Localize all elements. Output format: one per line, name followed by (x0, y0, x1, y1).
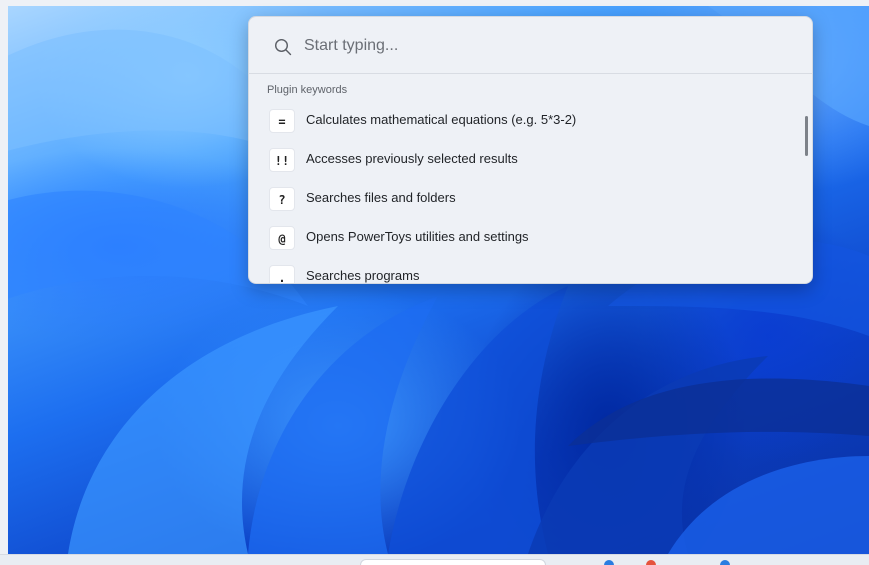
result-item-file-search[interactable]: ? Searches files and folders (249, 179, 812, 218)
keyword-double-exclamation-icon: !! (269, 148, 295, 172)
result-label: Calculates mathematical equations (e.g. … (306, 112, 577, 127)
search-icon (274, 38, 292, 56)
search-divider (249, 73, 812, 74)
result-item-powertoys[interactable]: @ Opens PowerToys utilities and settings (249, 218, 812, 257)
result-label: Searches programs (306, 268, 420, 283)
taskbar (0, 554, 869, 565)
powertoys-run-launcher: Plugin keywords = Calculates mathematica… (248, 16, 813, 284)
keyword-equals-icon: = (269, 109, 295, 133)
result-label: Opens PowerToys utilities and settings (306, 229, 529, 244)
section-header: Plugin keywords (267, 84, 348, 96)
results-scrollbar[interactable] (805, 116, 808, 156)
keyword-dot-icon: . (269, 265, 295, 283)
keyword-at-icon: @ (269, 226, 295, 250)
taskbar-app-icon[interactable] (720, 560, 730, 565)
taskbar-search-box[interactable] (360, 559, 546, 565)
result-item-calculator[interactable]: = Calculates mathematical equations (e.g… (249, 101, 812, 140)
result-label: Searches files and folders (306, 190, 456, 205)
taskbar-app-icon[interactable] (604, 560, 614, 565)
result-item-programs[interactable]: . Searches programs (249, 257, 812, 283)
result-item-history[interactable]: !! Accesses previously selected results (249, 140, 812, 179)
result-label: Accesses previously selected results (306, 151, 518, 166)
search-box (249, 17, 812, 73)
keyword-question-icon: ? (269, 187, 295, 211)
taskbar-app-icon[interactable] (646, 560, 656, 565)
search-input[interactable] (304, 34, 784, 58)
